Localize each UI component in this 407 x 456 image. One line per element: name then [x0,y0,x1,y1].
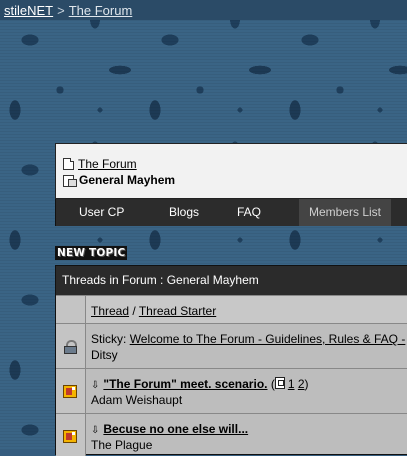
thread-starter: Ditsy [91,348,118,362]
thread-title-link[interactable]: Welcome to The Forum - Guidelines, Rules… [130,332,406,346]
forum-link[interactable]: The Forum [69,3,133,18]
threads-header: Threads in Forum : General Mayhem [56,266,407,295]
lock-icon [64,340,77,354]
thread-title-link[interactable]: Becuse no one else will... [103,422,248,436]
hot-folder-icon [63,430,77,443]
forum-breadcrumb-box: The Forum General Mayhem [55,143,407,199]
breadcrumb-separator: > [57,3,65,18]
open-folder-icon [63,174,77,187]
page-link-1[interactable]: 1 [288,377,295,391]
breadcrumb-current: General Mayhem [63,173,175,187]
new-topic-button[interactable]: NEW TOPIC [55,246,128,260]
multipage-icon [274,377,285,389]
nav-user-cp[interactable]: User CP [79,199,124,226]
sticky-label: Sticky: [91,332,127,346]
nav-members-list[interactable]: Members List [299,199,392,226]
nav-faq[interactable]: FAQ [237,199,261,226]
nav-blogs[interactable]: Blogs [169,199,199,226]
pages-close-paren: ) [304,377,309,391]
column-header-row: Thread / Thread Starter [56,295,407,323]
main-navbar: User CP Blogs FAQ Members List [55,199,407,226]
icon-column-header [56,296,86,323]
threads-table: Threads in Forum : General Mayhem Thread… [55,265,407,456]
thread-starter: Adam Weishaupt [91,393,183,407]
page-icon [63,158,74,170]
table-row: Sticky: Welcome to The Forum - Guideline… [56,323,407,368]
sort-by-thread-link[interactable]: Thread [91,304,129,318]
page-link-2[interactable]: 2 [298,377,305,391]
down-arrow-icon[interactable]: ⇩ [91,425,99,436]
table-row: ⇩ "The Forum" meet. scenario. (1 2) Adam … [56,368,407,413]
site-breadcrumb-bar: stileNET > The Forum [0,0,407,20]
site-home-link[interactable]: stileNET [4,3,53,18]
breadcrumb-current-label: General Mayhem [79,173,176,187]
down-arrow-icon[interactable]: ⇩ [91,380,99,391]
hot-folder-icon [63,385,77,398]
breadcrumb-parent-link[interactable]: The Forum [78,157,137,171]
column-separator: / [132,304,136,318]
thread-title-link[interactable]: "The Forum" meet. scenario. [103,377,267,391]
breadcrumb-parent: The Forum [63,157,137,171]
sort-by-starter-link[interactable]: Thread Starter [139,304,216,318]
